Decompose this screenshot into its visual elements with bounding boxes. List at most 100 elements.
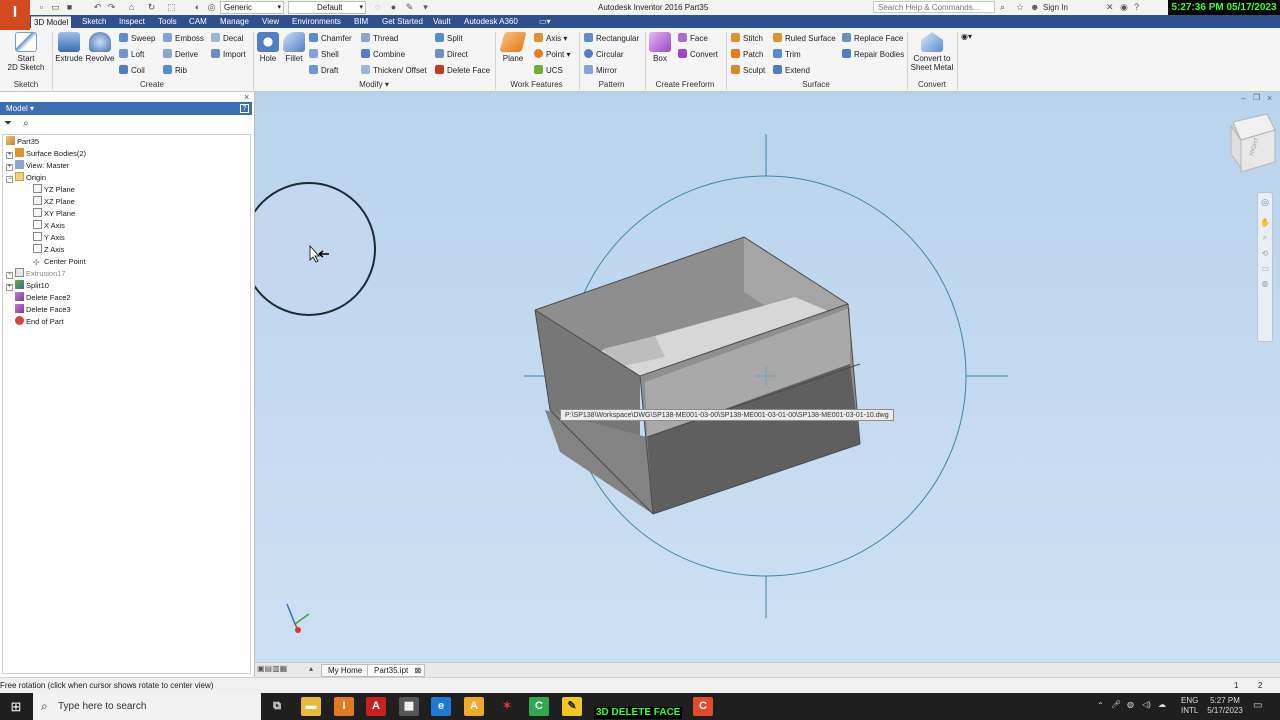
shell-button[interactable]: Shell [309, 49, 339, 61]
fillet-button[interactable]: Fillet [282, 32, 306, 63]
convert-to-sheet-metal-button[interactable]: Convert to Sheet Metal [910, 32, 954, 72]
viewport-minimize-icon[interactable]: ‒ [1241, 94, 1245, 103]
recorder-icon[interactable]: ✶ [497, 697, 517, 716]
freeform-convert-button[interactable]: Convert [678, 49, 718, 61]
tab-get-started[interactable]: Get Started [379, 16, 426, 28]
windows-start-icon[interactable]: ⊞ [0, 693, 32, 720]
camtasia-icon[interactable]: C [529, 697, 549, 716]
expand-icon[interactable]: + [6, 284, 13, 291]
steering-wheel-icon[interactable]: ◎ [1258, 197, 1272, 208]
tab-tools[interactable]: Tools [155, 16, 180, 28]
calculator-icon[interactable]: ▦ [399, 697, 419, 716]
open-icon[interactable]: ▭ [50, 2, 61, 13]
panel-label-modify[interactable]: Modify ▾ [253, 80, 495, 89]
update-icon[interactable]: ↻ [146, 2, 157, 13]
tree-node-view-master[interactable]: + View: Master [6, 160, 69, 171]
help-icon[interactable]: ? [1134, 2, 1139, 12]
help-icon[interactable]: ? [240, 104, 249, 113]
capture-app-icon[interactable]: C [693, 697, 713, 716]
sign-in-link[interactable]: Sign In [1043, 3, 1068, 12]
split-button[interactable]: Split [435, 33, 463, 45]
extrude-button[interactable]: Extrude [55, 32, 83, 63]
import-button[interactable]: Import [211, 49, 246, 61]
stitch-button[interactable]: Stitch [731, 33, 763, 45]
trim-button[interactable]: Trim [773, 49, 801, 61]
material-dropdown[interactable]: Generic ▾ [220, 1, 284, 14]
help-search-input[interactable]: Search Help & Commands... [873, 1, 995, 13]
replace-face-button[interactable]: Replace Face [842, 33, 903, 45]
axis-button[interactable]: Axis ▾ [534, 33, 567, 45]
pan-icon[interactable]: ✋ [1258, 218, 1272, 227]
extend-button[interactable]: Extend [773, 65, 810, 77]
taskbar-search-input[interactable]: ⌕ Type here to search [33, 693, 261, 720]
binoculars-icon[interactable]: ⌕ [23, 118, 29, 129]
tree-node-end-of-part[interactable]: End of Part [15, 316, 64, 327]
tree-node-delete-face2[interactable]: Delete Face2 [15, 292, 71, 303]
tree-node-origin[interactable]: − Origin [6, 172, 46, 183]
home-icon[interactable]: ⌂ [126, 2, 137, 13]
tab-sketch[interactable]: Sketch [79, 16, 109, 28]
part-model[interactable] [534, 236, 861, 515]
save-icon[interactable]: ■ [64, 2, 75, 13]
taskbar-clock[interactable]: 5:27 PM 5/17/2023 [1205, 696, 1245, 716]
circular-pattern-button[interactable]: Circular [584, 49, 624, 61]
edge-icon[interactable]: e [431, 697, 451, 716]
combine-button[interactable]: Combine [361, 49, 405, 61]
tab-view[interactable]: View [259, 16, 282, 28]
onedrive-icon[interactable]: ☁ [1158, 700, 1166, 709]
ruled-surface-button[interactable]: Ruled Surface [773, 33, 836, 45]
direct-button[interactable]: Direct [435, 49, 468, 61]
autocad-lt-icon[interactable]: A [464, 697, 484, 716]
browser-title[interactable]: Model ▾ [6, 104, 34, 113]
select-icon[interactable]: ⬚ [166, 2, 177, 13]
decal-button[interactable]: Decal [211, 33, 243, 45]
close-tab-icon[interactable]: ⊠ [415, 665, 422, 677]
zoom-icon[interactable]: ⌕ [1258, 233, 1272, 243]
tree-node-y-axis[interactable]: Y Axis [33, 232, 65, 243]
appearance-dropdown[interactable]: Default ▾ [288, 1, 366, 14]
patch-button[interactable]: Patch [731, 49, 763, 61]
ribbon-options-icon[interactable]: ▭▾ [536, 16, 554, 28]
rectangular-pattern-button[interactable]: Rectangular [584, 33, 639, 45]
star-icon[interactable]: ☆ [1016, 2, 1024, 13]
expand-icon[interactable]: + [6, 152, 13, 159]
tree-node-xy-plane[interactable]: XY Plane [33, 208, 75, 219]
tree-node-delete-face3[interactable]: Delete Face3 [15, 304, 71, 315]
notes-icon[interactable]: ✎ [562, 697, 582, 716]
filter-icon[interactable]: ⏷ [4, 118, 12, 129]
rib-button[interactable]: Rib [163, 65, 187, 77]
viewport-restore-icon[interactable]: ❐ [1253, 93, 1260, 102]
autocad-icon[interactable]: A [366, 697, 386, 716]
measure-icon[interactable]: ◌ [372, 2, 383, 13]
expand-icon[interactable]: + [6, 164, 13, 171]
delete-face-button[interactable]: Delete Face [435, 65, 490, 77]
tab-part35[interactable]: Part35.ipt ⊠ [367, 664, 426, 677]
tab-cam[interactable]: CAM [186, 16, 210, 28]
tab-environments[interactable]: Environments [289, 16, 344, 28]
tree-node-yz-plane[interactable]: YZ Plane [33, 184, 75, 195]
collapse-icon[interactable]: − [6, 176, 13, 183]
look-at-icon[interactable]: ▭ [1258, 264, 1272, 273]
tab-bim[interactable]: BIM [351, 16, 371, 28]
sweep-button[interactable]: Sweep [119, 33, 155, 45]
tile-windows-icon[interactable]: ▣▤▥▦ [257, 664, 287, 673]
freeform-box-button[interactable]: Box [648, 32, 672, 63]
tree-node-x-axis[interactable]: X Axis [33, 220, 65, 231]
tree-node-split10[interactable]: + Split10 [6, 280, 49, 291]
viewport-canvas[interactable]: RIGHT [255, 92, 1280, 662]
tree-node-z-axis[interactable]: Z Axis [33, 244, 64, 255]
new-icon[interactable]: ▫ [36, 2, 47, 13]
redo-icon[interactable]: ↷ [106, 2, 117, 13]
tree-node-extrusion17[interactable]: + Extrusion17 [6, 268, 66, 279]
draft-button[interactable]: Draft [309, 65, 338, 77]
free-orbit-icon[interactable]: ◍ [1258, 279, 1272, 288]
tab-my-home[interactable]: My Home [321, 664, 370, 677]
tab-vault[interactable]: Vault [430, 16, 454, 28]
orbit-icon[interactable]: ⟲ [1258, 249, 1272, 258]
browser-header[interactable]: Model ▾ ? [0, 102, 252, 115]
color-override-icon[interactable]: ● [388, 2, 399, 13]
notification-icon[interactable]: ▭ [1253, 700, 1262, 711]
account-icon[interactable]: ◉ [1120, 2, 1128, 13]
tree-node-part[interactable]: Part35 [6, 136, 39, 147]
binoculars-icon[interactable]: ⌕ [1000, 2, 1005, 13]
